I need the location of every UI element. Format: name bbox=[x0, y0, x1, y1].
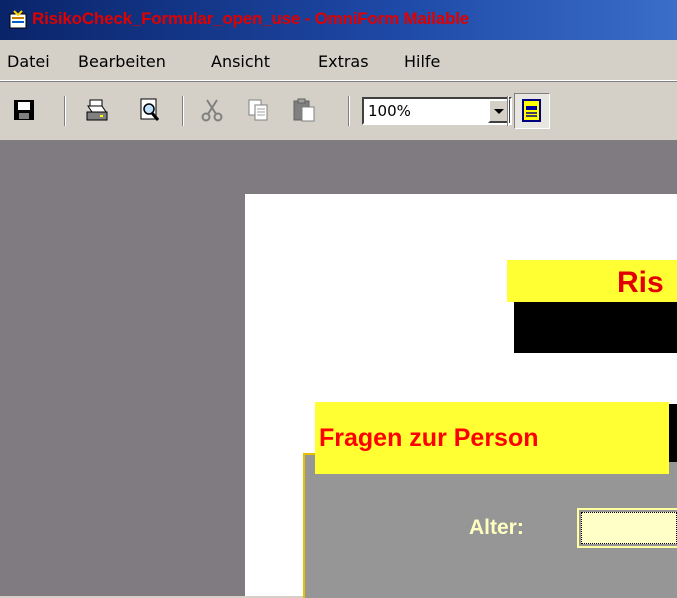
age-input[interactable] bbox=[577, 508, 677, 548]
age-label: Alter: bbox=[469, 516, 524, 539]
form-view-icon bbox=[522, 99, 541, 122]
form-page: Ris Fragen zur Person Alter: bbox=[245, 194, 677, 598]
document-workspace: Ris Fragen zur Person Alter: bbox=[0, 141, 677, 598]
copy-icon[interactable] bbox=[244, 96, 272, 124]
toolbar-separator bbox=[507, 96, 509, 126]
zoom-value: 100% bbox=[368, 102, 411, 120]
title-shadow bbox=[514, 301, 677, 353]
zoom-select[interactable]: 100% bbox=[362, 97, 512, 125]
window-titlebar: RisikoCheck_Formular_open_use - OmniForm… bbox=[0, 0, 677, 40]
save-icon[interactable] bbox=[10, 96, 38, 124]
menu-ansicht[interactable]: Ansicht bbox=[211, 52, 270, 71]
menu-bar: Datei Bearbeiten Ansicht Extras Hilfe bbox=[0, 40, 677, 81]
menu-bearbeiten[interactable]: Bearbeiten bbox=[78, 52, 166, 71]
form-title: Ris bbox=[617, 266, 664, 299]
print-icon[interactable] bbox=[82, 96, 110, 124]
toolbar: 100% bbox=[0, 81, 677, 141]
omniform-app-icon[interactable] bbox=[8, 10, 28, 30]
menu-datei[interactable]: Datei bbox=[7, 52, 50, 71]
paste-icon[interactable] bbox=[290, 96, 318, 124]
window-title: RisikoCheck_Formular_open_use - OmniForm… bbox=[32, 9, 470, 28]
cut-icon[interactable] bbox=[198, 96, 226, 124]
form-view-toggle-button[interactable] bbox=[514, 93, 550, 129]
section-shadow bbox=[669, 404, 677, 462]
section-banner: Fragen zur Person bbox=[315, 402, 669, 474]
menu-extras[interactable]: Extras bbox=[318, 52, 369, 71]
toolbar-separator bbox=[182, 96, 184, 126]
menu-hilfe[interactable]: Hilfe bbox=[404, 52, 440, 71]
section-heading: Fragen zur Person bbox=[319, 424, 539, 452]
toolbar-separator bbox=[64, 96, 66, 126]
toolbar-separator bbox=[348, 96, 350, 126]
print-preview-icon[interactable] bbox=[136, 96, 164, 124]
